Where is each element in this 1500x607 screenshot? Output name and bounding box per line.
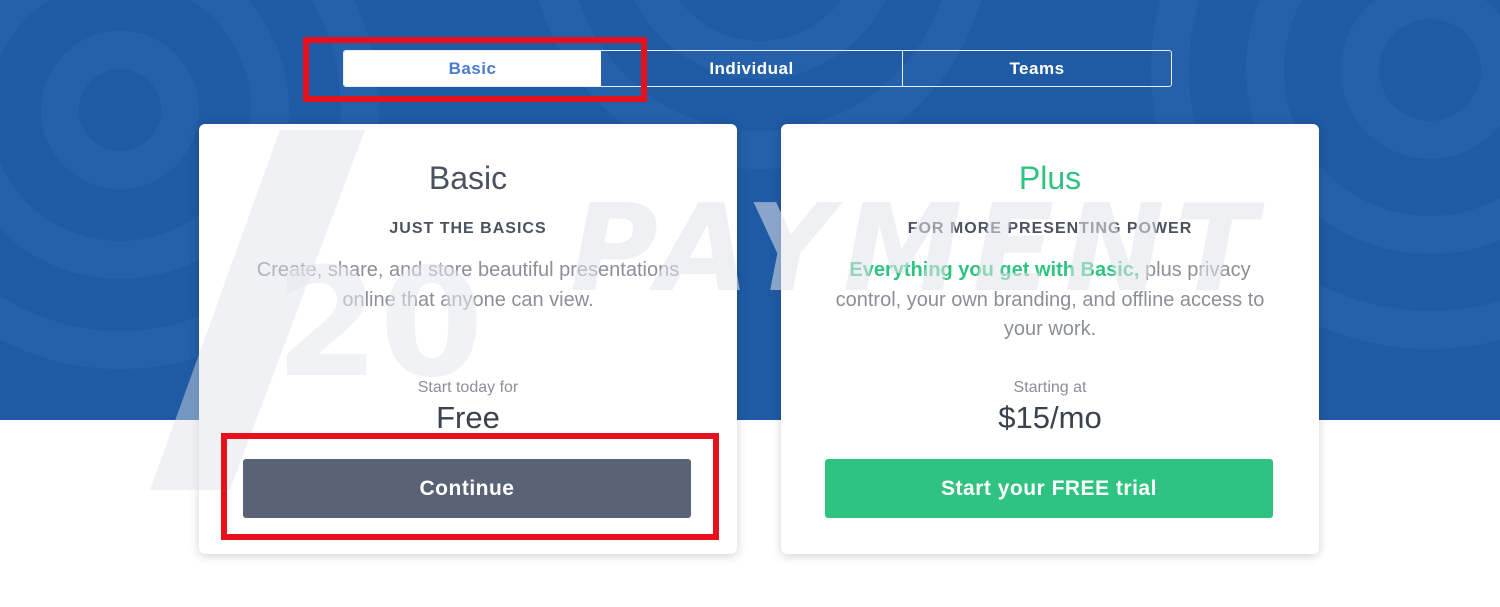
price-value: $15/mo — [998, 400, 1102, 435]
plan-title: Plus — [1018, 160, 1082, 196]
plan-tagline: JUST THE BASICS — [389, 220, 547, 237]
start-free-trial-button[interactable]: Start your FREE trial — [825, 459, 1273, 518]
price-label: Start today for — [417, 379, 519, 396]
plan-tabs: Basic Individual Teams — [343, 50, 1172, 87]
plan-tagline: FOR MORE PRESENTING POWER — [907, 220, 1193, 237]
tab-teams[interactable]: Teams — [903, 51, 1171, 86]
plan-title: Basic — [428, 160, 508, 196]
continue-button[interactable]: Continue — [243, 459, 691, 518]
plan-description: Everything you get with Basic, plus priv… — [821, 256, 1279, 345]
plan-card-basic: Basic JUST THE BASICS Create, share, and… — [199, 124, 737, 554]
plan-description: Create, share, and store beautiful prese… — [256, 259, 680, 311]
description-highlight: Everything you get with Basic, — [849, 259, 1140, 281]
tab-individual[interactable]: Individual — [601, 51, 903, 86]
price-label: Starting at — [1013, 379, 1087, 396]
tab-basic[interactable]: Basic — [344, 51, 601, 86]
plan-card-plus: Plus FOR MORE PRESENTING POWER Everythin… — [781, 124, 1319, 554]
price-value: Free — [436, 400, 500, 435]
